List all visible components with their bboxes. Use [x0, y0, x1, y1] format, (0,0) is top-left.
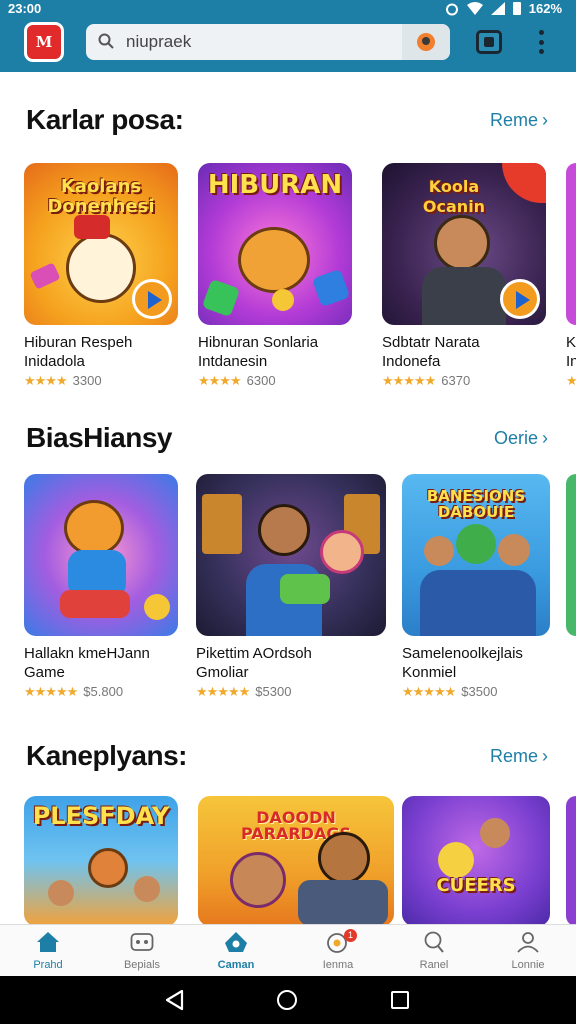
game-rating: ★★★★★ $5.800 [24, 684, 124, 699]
star-rating-icon: ★ [566, 373, 576, 388]
nav-label: Ienma [322, 959, 354, 971]
battery-level: 162% [528, 1, 562, 16]
notification-badge: 1 [344, 929, 357, 942]
bottom-navigation: Prahd Bepials Caman 1 Ienma Ranel Lonnie [0, 924, 576, 976]
game-thumbnail[interactable]: DAOODN PARARDAGS [198, 796, 394, 926]
app-logo-text: M [35, 33, 53, 51]
game-thumbnail[interactable] [566, 163, 576, 325]
game-thumbnail[interactable]: Koola Ocanin [382, 163, 546, 325]
game-name: Hiburan Respeh Inidadola [24, 334, 133, 370]
game-thumbnail[interactable]: HIBURAN [198, 163, 352, 325]
chevron-right-icon: › [542, 428, 548, 448]
game-rating: ★★★★★ $5300 [196, 684, 292, 699]
thumbnail-title: Koola Ocanin [422, 177, 486, 216]
status-bar: 23:00 162% [0, 0, 576, 18]
mic-icon [417, 33, 435, 51]
search-bar[interactable] [86, 24, 450, 60]
gamepad-icon [130, 933, 154, 951]
wifi-icon [466, 2, 483, 15]
game-rating: ★★★★★ $3500 [402, 684, 498, 699]
more-vert-icon[interactable] [536, 30, 546, 54]
more-link-label: Oerie [493, 428, 538, 448]
nav-item-account[interactable]: Lonnie [480, 925, 576, 977]
thumbnail-title: PLESFDAY [32, 802, 170, 830]
section-title: BiasHiansy [26, 422, 172, 453]
section-1: Karlar posa: Reme › Kaolans Donenhesi Hib… [0, 100, 576, 400]
star-rating-icon: ★★★★★ [196, 684, 250, 699]
nav-item-apps[interactable]: Caman [188, 925, 284, 977]
game-rating: ★ [566, 373, 576, 389]
status-icons: 162% [445, 1, 562, 16]
search-icon [424, 931, 444, 953]
nav-label: Lonnie [511, 959, 545, 971]
battery-icon [512, 2, 521, 15]
star-rating-icon: ★★★★ [198, 373, 242, 388]
nav-item-home[interactable]: Prahd [0, 925, 96, 977]
home-button-icon[interactable] [277, 990, 297, 1010]
game-name: K In [566, 334, 576, 370]
star-rating-icon: ★★★★ [24, 373, 68, 388]
search-icon [98, 33, 114, 49]
game-thumbnail[interactable] [566, 796, 576, 926]
cast-icon[interactable] [476, 30, 502, 54]
section-more-link[interactable]: Oerie › [494, 428, 548, 449]
thumbnail-title: BANESIONS DABOUIE [426, 487, 526, 521]
game-name: Pikettim AOrdsoh Gmoliar [196, 645, 312, 681]
search-input[interactable] [126, 31, 396, 53]
thumbnail-title: CUEERS [436, 875, 516, 896]
star-rating-icon: ★★★★★ [24, 684, 78, 699]
app-header: 23:00 162% M [0, 0, 576, 72]
system-navigation-bar [0, 976, 576, 1024]
play-icon [500, 279, 540, 319]
recent-apps-icon[interactable] [391, 991, 409, 1009]
game-rating: ★★★★ 3300 [24, 373, 102, 388]
nav-label: Ranel [419, 959, 449, 971]
nav-item-notifications[interactable]: 1 Ienma [290, 925, 386, 977]
back-icon[interactable] [164, 989, 186, 1011]
apps-icon [225, 932, 247, 952]
status-time: 23:00 [8, 1, 42, 16]
thumbnail-title: HIBURAN [207, 170, 343, 200]
section-title: Kaneplyans: [26, 740, 188, 771]
chevron-right-icon: › [542, 746, 548, 766]
home-icon [37, 932, 59, 952]
signal-icon [490, 2, 505, 15]
section-more-link[interactable]: Reme › [490, 110, 548, 131]
more-link-label: Reme [489, 746, 538, 766]
play-icon [132, 279, 172, 319]
nav-label: Caman [217, 959, 255, 971]
nav-item-games[interactable]: Bepials [94, 925, 190, 977]
app-logo[interactable]: M [24, 22, 64, 62]
star-rating-icon: ★★★★★ [382, 373, 436, 388]
game-thumbnail[interactable]: CUEERS [402, 796, 550, 926]
game-name: Hallakn kmeHJann Game [24, 645, 150, 681]
game-thumbnail[interactable] [24, 474, 178, 636]
section-3: Kaneplyans: Reme › PLESFDAY DAOODN PARARD… [0, 736, 576, 926]
nav-label: Prahd [33, 959, 63, 971]
voice-search-button[interactable] [402, 24, 450, 60]
section-2: BiasHiansy Oerie › Hallakn kmeHJann Game ★… [0, 418, 576, 718]
chevron-right-icon: › [542, 110, 548, 130]
thumbnail-title: Kaolans Donenhesi [47, 176, 155, 217]
account-icon [517, 932, 539, 953]
game-thumbnail[interactable]: PLESFDAY [24, 796, 178, 926]
star-rating-icon: ★★★★★ [402, 684, 456, 699]
game-thumbnail[interactable] [196, 474, 386, 636]
game-name: Sdbtatr Narata Indonefa [382, 334, 480, 370]
game-thumbnail[interactable]: BANESIONS DABOUIE [402, 474, 550, 636]
game-rating: ★★★★★ 6370 [382, 373, 471, 388]
game-thumbnail[interactable]: Kaolans Donenhesi [24, 163, 178, 325]
more-link-label: Reme [489, 110, 538, 130]
game-name: Samelenoolkejlais Konmiel [402, 645, 523, 681]
nav-label: Bepials [123, 959, 161, 971]
game-rating: ★★★★ 6300 [198, 373, 276, 388]
game-thumbnail[interactable] [566, 474, 576, 636]
nav-item-search[interactable]: Ranel [386, 925, 482, 977]
section-more-link[interactable]: Reme › [490, 746, 548, 767]
section-title: Karlar posa: [26, 104, 184, 135]
alarm-icon [445, 3, 458, 15]
app-screen: 23:00 162% M Karlar posa: Reme› Kaolans … [0, 0, 576, 1024]
game-name: Hibnuran Sonlaria Intdanesin [198, 334, 319, 370]
